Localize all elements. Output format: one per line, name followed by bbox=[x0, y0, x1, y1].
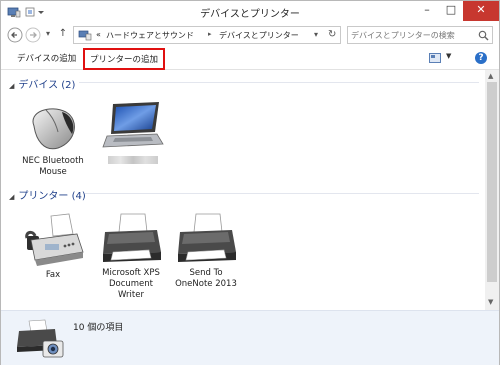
up-arrow-icon[interactable]: ↑ bbox=[57, 28, 69, 42]
view-options-dropdown-icon[interactable]: ▼ bbox=[446, 52, 451, 60]
navigation-bar: ▾ ↑ « ハードウェアとサウンド ▸ デバイスとプリンター ▾ ↻ bbox=[1, 23, 499, 47]
command-bar: デバイスの追加 プリンターの追加 ▼ ? bbox=[1, 47, 499, 70]
printer-item-label: Microsoft XPS bbox=[102, 268, 160, 278]
group-header-printers-label: プリンター (4) bbox=[18, 191, 86, 202]
breadcrumb-hardware-and-sound[interactable]: ハードウェアとサウンド bbox=[106, 30, 194, 41]
minimize-button[interactable]: – bbox=[415, 1, 439, 21]
printer-item-label: Send To bbox=[189, 268, 223, 278]
scroll-up-icon[interactable]: ▲ bbox=[488, 72, 493, 80]
printer-item-microsoft-xps[interactable]: Microsoft XPS Document Writer bbox=[91, 212, 171, 301]
control-panel-icon bbox=[78, 30, 92, 41]
printer-item-label: Writer bbox=[118, 290, 144, 300]
maximize-button[interactable]: □ bbox=[439, 1, 463, 21]
scroll-down-icon[interactable]: ▼ bbox=[488, 298, 493, 306]
printer-item-send-to-onenote[interactable]: Send To OneNote 2013 bbox=[166, 212, 246, 290]
vertical-scrollbar[interactable]: ▲ ▼ bbox=[485, 70, 499, 310]
forward-arrow-icon[interactable] bbox=[25, 27, 41, 43]
printer-item-label: OneNote 2013 bbox=[175, 279, 237, 289]
breadcrumb-overflow[interactable]: « bbox=[96, 30, 101, 39]
refresh-icon[interactable]: ↻ bbox=[328, 29, 336, 40]
collapse-chevron-icon[interactable]: ◢ bbox=[9, 82, 14, 90]
group-divider bbox=[85, 193, 479, 194]
add-printer-button[interactable]: プリンターの追加 bbox=[83, 48, 166, 70]
group-header-printers[interactable]: ◢ プリンター (4) bbox=[9, 187, 86, 202]
fax-icon bbox=[25, 213, 84, 266]
breadcrumb-devices-and-printers[interactable]: デバイスとプリンター bbox=[219, 30, 299, 41]
add-device-button[interactable]: デバイスの追加 bbox=[17, 52, 76, 64]
device-item-computer[interactable] bbox=[93, 100, 173, 164]
back-arrow-icon[interactable] bbox=[7, 27, 23, 43]
details-pane: 10 個の項目 bbox=[1, 310, 499, 365]
printer-icon bbox=[178, 213, 236, 262]
collapse-chevron-icon[interactable]: ◢ bbox=[9, 193, 14, 201]
devices-and-printers-window: デバイスとプリンター – □ ✕ ▾ ↑ « ハードウェアとサウンド ▸ デバイ… bbox=[0, 0, 500, 365]
mouse-icon bbox=[32, 108, 75, 150]
device-list-pane: ◢ デバイス (2) NEC Bluetooth Mouse ◢ プリンター (… bbox=[1, 70, 485, 310]
printer-item-label: Fax bbox=[45, 270, 61, 280]
obscured-device-name bbox=[108, 156, 158, 164]
printer-item-label: Document bbox=[108, 279, 154, 289]
printer-icon bbox=[103, 213, 161, 262]
help-icon[interactable]: ? bbox=[475, 52, 487, 64]
search-icon[interactable] bbox=[478, 30, 489, 41]
group-header-devices[interactable]: ◢ デバイス (2) bbox=[9, 76, 75, 91]
breadcrumb-separator-icon[interactable]: ▸ bbox=[208, 30, 212, 38]
title-bar: デバイスとプリンター – □ ✕ bbox=[1, 1, 499, 23]
printer-item-fax[interactable]: Fax bbox=[13, 212, 93, 281]
laptop-icon bbox=[102, 102, 164, 148]
scrollbar-thumb[interactable] bbox=[487, 82, 497, 282]
search-box[interactable] bbox=[347, 26, 493, 44]
group-header-devices-label: デバイス (2) bbox=[18, 80, 76, 91]
change-view-icon[interactable] bbox=[429, 53, 441, 63]
item-count: 10 個の項目 bbox=[73, 323, 124, 333]
address-dropdown-icon[interactable]: ▾ bbox=[314, 30, 318, 39]
close-button[interactable]: ✕ bbox=[463, 1, 499, 21]
search-input[interactable] bbox=[351, 28, 475, 42]
device-item-label: NEC Bluetooth bbox=[22, 156, 84, 166]
address-bar[interactable]: « ハードウェアとサウンド ▸ デバイスとプリンター ▾ ↻ bbox=[73, 26, 341, 44]
group-divider bbox=[79, 82, 479, 83]
recent-locations-dropdown-icon[interactable]: ▾ bbox=[43, 29, 53, 41]
device-item-mouse[interactable]: NEC Bluetooth Mouse bbox=[13, 98, 93, 178]
device-item-label: Mouse bbox=[39, 167, 67, 177]
devices-thumbnail-icon bbox=[17, 319, 64, 358]
